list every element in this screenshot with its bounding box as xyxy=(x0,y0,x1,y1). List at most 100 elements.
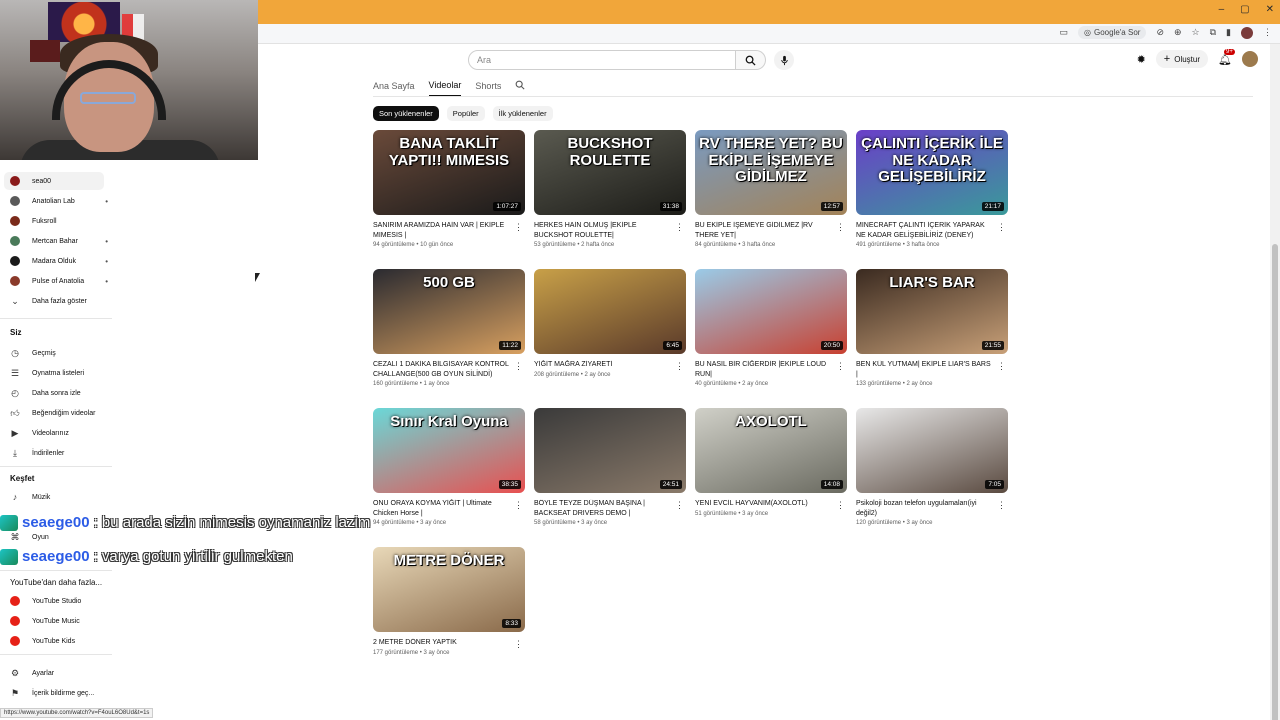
video-thumbnail[interactable]: ÇALINTI İÇERİK İLE NE KADAR GELİŞEBİLİRİ… xyxy=(856,130,1008,215)
video-title[interactable]: YİĞİT MAĞRA ZİYARETİ xyxy=(534,360,686,370)
more-options-icon[interactable]: ⋮ xyxy=(997,361,1006,372)
sidebar-subscription-item[interactable]: Madara Olduk • xyxy=(10,256,108,266)
sidebar-item[interactable]: 👍︎ Beğendiğim videolar xyxy=(10,408,108,419)
more-options-icon[interactable]: ⋮ xyxy=(997,222,1006,233)
sidebar-subscription-item[interactable]: Pulse of Anatolia • xyxy=(10,276,108,286)
page-scrollbar[interactable] xyxy=(1270,44,1280,720)
video-thumbnail[interactable]: 20:50 xyxy=(695,269,847,354)
video-card[interactable]: BANA TAKLİT YAPTI!! MIMESIS 1:07:27 SANIRI… xyxy=(373,130,525,248)
video-title[interactable]: BU EKİPLE İŞEMEYE GİDİLMEZ |RV THERE YET… xyxy=(695,221,847,240)
zoom-icon[interactable]: ⊕ xyxy=(1174,27,1182,38)
sidebar-subscription-item[interactable]: Fuksroll xyxy=(10,216,108,226)
video-title[interactable]: 2 METRE DÖNER YAPTIK xyxy=(373,638,525,648)
channel-search-icon[interactable] xyxy=(515,80,525,97)
sidebar-item[interactable]: ☰ Oynatma listeleri xyxy=(10,368,108,379)
search-button[interactable] xyxy=(736,50,766,70)
more-options-icon[interactable]: ⋮ xyxy=(514,639,523,650)
chip-oldest[interactable]: İlk yüklenenler xyxy=(492,106,553,121)
video-card[interactable]: Sınır Kral Oyuna 38:35 ONU ORAYA KOYMA YİĞ… xyxy=(373,408,525,526)
settings-gear-icon[interactable]: ✹ xyxy=(1137,53,1146,66)
search-input[interactable]: Ara xyxy=(468,50,736,70)
maximize-icon[interactable]: ▢ xyxy=(1240,4,1249,15)
sidebar-item[interactable]: ▶ Videolarınız xyxy=(10,428,108,439)
sidebar-item[interactable]: ◴ Daha sonra izle xyxy=(10,388,108,399)
create-button[interactable]: + Oluştur xyxy=(1155,50,1209,68)
video-card[interactable]: BUCKSHOT ROULETTE 31:38 HERKES HAİN OLMUŞ … xyxy=(534,130,686,248)
sidepanel-icon[interactable]: ▮ xyxy=(1226,27,1231,38)
sidebar-item[interactable]: ⚑ İçerik bildirme geç... xyxy=(10,688,108,699)
video-card[interactable]: 500 GB 11:22 CEZALI 1 DAKİKA BİLGİSAYAR KO… xyxy=(373,269,525,387)
sidebar-item[interactable]: YouTube Studio xyxy=(10,596,108,606)
scrollbar-thumb[interactable] xyxy=(1272,244,1278,720)
video-card[interactable]: METRE DÖNER 8:33 2 METRE DÖNER YAPTIK 177 g… xyxy=(373,547,525,656)
video-title[interactable]: SANIRIM ARAMIZDA HAİN VAR | EKİPLE MIMES… xyxy=(373,221,525,240)
video-card[interactable]: 20:50 BU NASIL BİR CİĞERDİR |EKİPLE LOUD … xyxy=(695,269,847,387)
tab-shorts[interactable]: Shorts xyxy=(475,81,501,96)
sidebar-item[interactable]: YouTube Kids xyxy=(10,636,108,646)
video-card[interactable]: 24:51 BÖYLE TEYZE DÜŞMAN BAŞINA | BACKSEA… xyxy=(534,408,686,526)
chip-latest[interactable]: Son yüklenenler xyxy=(373,106,439,121)
video-card[interactable]: 7:05 Psikoloji bozan telefon uygulamaları… xyxy=(856,408,1008,526)
extensions-icon[interactable]: ⧉ xyxy=(1210,27,1216,38)
video-title[interactable]: BÖYLE TEYZE DÜŞMAN BAŞINA | BACKSEAT DRI… xyxy=(534,499,686,518)
sidebar-item[interactable]: ⤓ İndirilenler xyxy=(10,448,108,459)
sidebar-item[interactable]: ⚙ Ayarlar xyxy=(10,668,108,679)
video-card[interactable]: 6:45 YİĞİT MAĞRA ZİYARETİ 208 görüntüleme … xyxy=(534,269,686,378)
notifications-button[interactable]: 🔔︎ 9+ xyxy=(1218,48,1235,66)
chip-popular[interactable]: Popüler xyxy=(446,106,485,121)
video-title[interactable]: MINECRAFT ÇALINTI İÇERİK YAPARAK NE KADA… xyxy=(856,221,1008,240)
you-section-heading[interactable]: Siz xyxy=(10,328,22,337)
video-thumbnail[interactable]: LIAR'S BAR 21:55 xyxy=(856,269,1008,354)
video-thumbnail[interactable]: BANA TAKLİT YAPTI!! MIMESIS 1:07:27 xyxy=(373,130,525,215)
video-card[interactable]: AXOLOTL 14:08 YENİ EVCİL HAYVANIM(AXOLOTL)… xyxy=(695,408,847,517)
video-title[interactable]: BU NASIL BİR CİĞERDİR |EKİPLE LOUD RUN| xyxy=(695,360,847,379)
more-options-icon[interactable]: ⋮ xyxy=(675,500,684,511)
account-avatar[interactable] xyxy=(1242,51,1258,67)
video-thumbnail[interactable]: AXOLOTL 14:08 xyxy=(695,408,847,493)
more-options-icon[interactable]: ⋮ xyxy=(675,222,684,233)
sidebar-subscription-item[interactable]: Anatolian Lab • xyxy=(10,196,108,206)
video-card[interactable]: RV THERE YET? BU EKİPLE İŞEMEYE GİDİLMEZ… xyxy=(695,130,847,248)
sidebar-subscription-item[interactable]: Mertcan Bahar • xyxy=(10,236,108,246)
video-title[interactable]: YENİ EVCİL HAYVANIM(AXOLOTL) xyxy=(695,499,847,509)
more-options-icon[interactable]: ⋮ xyxy=(514,500,523,511)
close-icon[interactable]: ✕ xyxy=(1266,4,1274,15)
video-thumbnail[interactable]: 24:51 xyxy=(534,408,686,493)
eye-off-icon[interactable]: ⊘ xyxy=(1156,27,1164,38)
video-thumbnail[interactable]: BUCKSHOT ROULETTE 31:38 xyxy=(534,130,686,215)
video-title[interactable]: Psikoloji bozan telefon uygulamaları(iyi… xyxy=(856,499,1008,518)
more-options-icon[interactable]: ⋮ xyxy=(997,500,1006,511)
minimize-icon[interactable]: – xyxy=(1219,4,1225,15)
sidebar-item[interactable]: YouTube Music xyxy=(10,616,108,626)
tab-home[interactable]: Ana Sayfa xyxy=(373,81,415,96)
video-thumbnail[interactable]: 500 GB 11:22 xyxy=(373,269,525,354)
sidebar-item[interactable]: ♪ Müzik xyxy=(10,492,108,502)
video-title[interactable]: HERKES HAİN OLMUŞ |EKİPLE BUCKSHOT ROULE… xyxy=(534,221,686,240)
video-card[interactable]: LIAR'S BAR 21:55 BEN KÜL YUTMAM| EKİPLE LI… xyxy=(856,269,1008,387)
video-thumbnail[interactable]: RV THERE YET? BU EKİPLE İŞEMEYE GİDİLMEZ… xyxy=(695,130,847,215)
sidebar-subscription-item[interactable]: sea00 xyxy=(10,176,108,186)
more-options-icon[interactable]: ⋮ xyxy=(675,361,684,372)
video-thumbnail[interactable]: METRE DÖNER 8:33 xyxy=(373,547,525,632)
cast-icon[interactable]: ▭ xyxy=(1059,27,1068,38)
voice-search-button[interactable] xyxy=(774,50,794,70)
show-more-button[interactable]: ⌄ Daha fazla göster xyxy=(10,296,108,307)
more-options-icon[interactable]: ⋮ xyxy=(836,361,845,372)
video-card[interactable]: ÇALINTI İÇERİK İLE NE KADAR GELİŞEBİLİRİ… xyxy=(856,130,1008,248)
profile-avatar[interactable] xyxy=(1241,26,1253,39)
tab-videos[interactable]: Videolar xyxy=(428,80,462,97)
sidebar-item[interactable]: ◷ Geçmiş xyxy=(10,348,108,359)
video-thumbnail[interactable]: Sınır Kral Oyuna 38:35 xyxy=(373,408,525,493)
bookmark-star-icon[interactable]: ☆ xyxy=(1192,27,1200,38)
more-options-icon[interactable]: ⋮ xyxy=(514,361,523,372)
sidebar-item[interactable]: ⌘ Oyun xyxy=(10,532,108,543)
video-title[interactable]: BEN KÜL YUTMAM| EKİPLE LIAR'S BARS | xyxy=(856,360,1008,379)
more-options-icon[interactable]: ⋮ xyxy=(836,222,845,233)
video-thumbnail[interactable]: 7:05 xyxy=(856,408,1008,493)
video-title[interactable]: CEZALI 1 DAKİKA BİLGİSAYAR KONTROL CHALL… xyxy=(373,360,525,379)
google-ask-chip[interactable]: ◎ Google'a Sor xyxy=(1078,26,1147,39)
more-options-icon[interactable]: ⋮ xyxy=(836,500,845,511)
video-thumbnail[interactable]: 6:45 xyxy=(534,269,686,354)
video-title[interactable]: ONU ORAYA KOYMA YİĞİT | Ultimate Chicken… xyxy=(373,499,525,518)
more-options-icon[interactable]: ⋮ xyxy=(514,222,523,233)
